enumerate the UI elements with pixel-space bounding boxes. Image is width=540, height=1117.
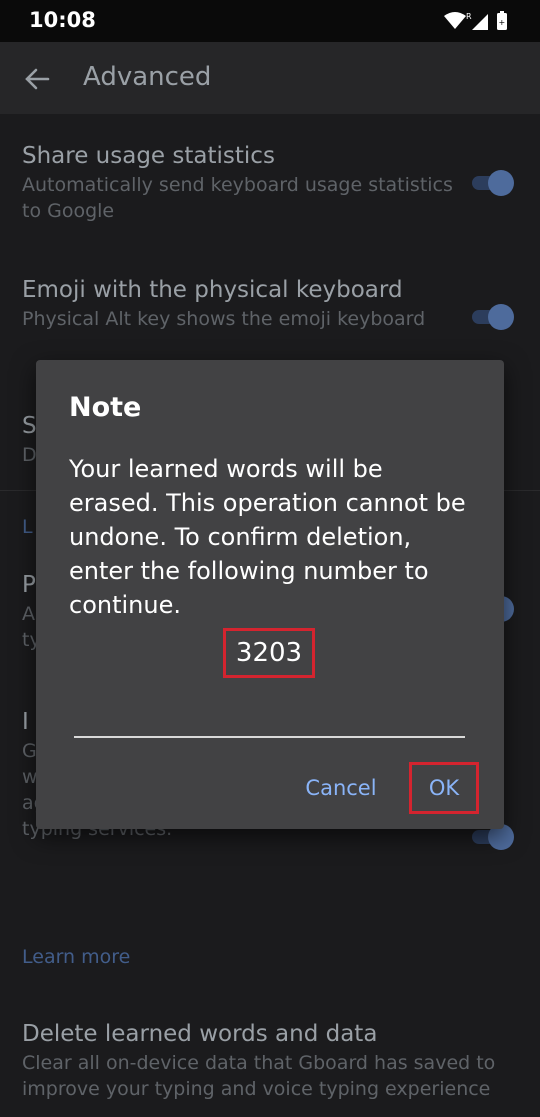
- cancel-button[interactable]: Cancel: [298, 768, 384, 808]
- status-time: 10:08: [29, 8, 96, 32]
- setting-title: Delete learned words and data: [22, 1021, 378, 1047]
- confirm-number-input[interactable]: [74, 696, 465, 738]
- confirm-number: 3203: [235, 638, 303, 668]
- setting-delete-learned-words[interactable]: Delete learned words and data Clear all …: [22, 1018, 522, 1102]
- app-bar: Advanced: [0, 42, 540, 114]
- ok-button-highlight: OK: [409, 762, 479, 814]
- delete-confirmation-dialog: Note Your learned words will be erased. …: [36, 360, 504, 829]
- learn-more-link[interactable]: Learn more: [22, 946, 462, 968]
- toggle-thumb: [488, 170, 514, 196]
- ok-button[interactable]: OK: [412, 765, 476, 811]
- setting-title: Share usage statistics: [22, 143, 275, 169]
- svg-text:+: +: [499, 18, 506, 27]
- signal-icon: [472, 14, 488, 30]
- learn-more-label: Learn more: [22, 946, 131, 968]
- setting-summary: Clear all on-device data that Gboard has…: [22, 1052, 496, 1100]
- confirm-number-highlight: 3203: [223, 628, 315, 678]
- status-icons: R +: [444, 11, 507, 30]
- setting-emoji-physical-keyboard[interactable]: Emoji with the physical keyboard Physica…: [22, 274, 462, 332]
- dialog-title: Note: [69, 392, 142, 423]
- page-title: Advanced: [83, 62, 212, 92]
- share-usage-statistics-toggle[interactable]: [470, 168, 516, 198]
- setting-title: Emoji with the physical keyboard: [22, 277, 403, 303]
- setting-summary: Automatically send keyboard usage statis…: [22, 174, 453, 222]
- wifi-icon: [444, 12, 466, 29]
- dialog-message: Your learned words will be erased. This …: [69, 455, 466, 619]
- arrow-back-icon[interactable]: [22, 64, 52, 94]
- emoji-physical-keyboard-toggle[interactable]: [470, 302, 516, 332]
- svg-text:R: R: [466, 12, 472, 21]
- setting-summary: Physical Alt key shows the emoji keyboar…: [22, 308, 426, 330]
- status-bar: 10:08 R +: [0, 0, 540, 42]
- toggle-thumb: [488, 304, 514, 330]
- setting-share-usage-statistics[interactable]: Share usage statistics Automatically sen…: [22, 140, 462, 224]
